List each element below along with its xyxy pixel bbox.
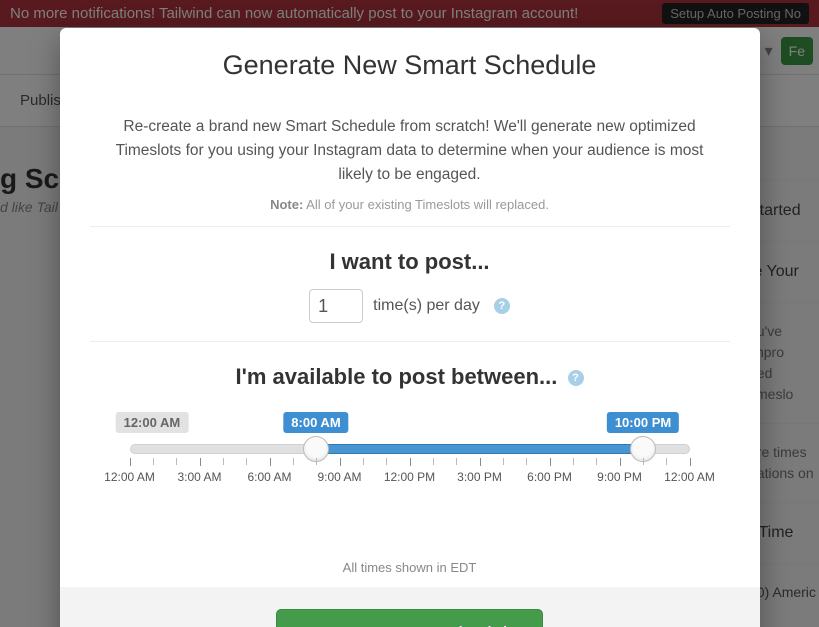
modal-footer: Generate New Schedule * Note: All of you… <box>60 587 760 627</box>
post-frequency-row: time(s) per day ? <box>90 289 730 323</box>
tick-label: 12:00 AM <box>664 470 715 484</box>
availability-title: I'm available to post between... ? <box>90 364 730 390</box>
tick-label: 6:00 PM <box>527 470 572 484</box>
help-icon[interactable]: ? <box>494 298 510 314</box>
slider-start-label: 8:00 AM <box>283 412 348 433</box>
availability-section: I'm available to post between... ? 12:00… <box>90 342 730 587</box>
modal-body: Re-create a brand new Smart Schedule fro… <box>60 97 760 587</box>
availability-title-text: I'm available to post between... <box>236 364 558 389</box>
help-icon[interactable]: ? <box>568 370 584 386</box>
tick-label: 9:00 PM <box>597 470 642 484</box>
tick-label: 12:00 AM <box>104 470 155 484</box>
tick-label: 9:00 AM <box>317 470 361 484</box>
times-per-day-input[interactable] <box>309 289 363 323</box>
tick-label: 3:00 AM <box>177 470 221 484</box>
tick-label: 6:00 AM <box>247 470 291 484</box>
post-frequency-title: I want to post... <box>90 249 730 275</box>
intro-block: Re-create a brand new Smart Schedule fro… <box>90 97 730 227</box>
tick-label: 12:00 PM <box>384 470 435 484</box>
slider-end-label: 10:00 PM <box>607 412 679 433</box>
generate-new-schedule-button[interactable]: Generate New Schedule <box>276 609 544 627</box>
modal-title: Generate New Smart Schedule <box>90 50 730 81</box>
intro-note: Note: All of your existing Timeslots wil… <box>104 197 716 212</box>
intro-text: Re-create a brand new Smart Schedule fro… <box>104 115 716 187</box>
times-per-day-suffix: time(s) per day <box>373 297 480 315</box>
modal-overlay[interactable]: Generate New Smart Schedule Re-create a … <box>0 0 819 627</box>
slider-min-label: 12:00 AM <box>116 412 189 433</box>
time-range-slider[interactable]: 12:00 AM 8:00 AM 10:00 PM 12:00 AM3:00 A… <box>130 412 690 482</box>
modal-header: Generate New Smart Schedule <box>60 28 760 97</box>
intro-note-label: Note: <box>270 197 303 212</box>
intro-note-text: All of your existing Timeslots will repl… <box>303 197 549 212</box>
generate-schedule-modal: Generate New Smart Schedule Re-create a … <box>60 28 760 627</box>
tick-label: 3:00 PM <box>457 470 502 484</box>
timezone-note: All times shown in EDT <box>90 560 730 575</box>
slider-fill <box>316 444 643 454</box>
slider-ticks <box>130 458 690 466</box>
post-frequency-section: I want to post... time(s) per day ? <box>90 227 730 342</box>
